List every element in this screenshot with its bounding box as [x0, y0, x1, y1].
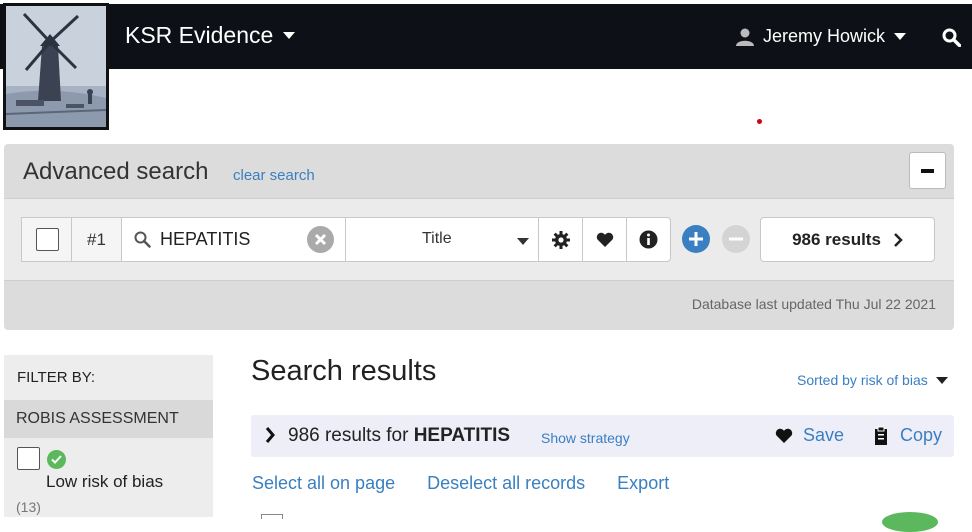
gear-icon	[551, 230, 570, 249]
query-checkbox[interactable]	[36, 228, 59, 251]
search-icon	[134, 231, 151, 248]
search-term-value: HEPATITIS	[160, 229, 251, 249]
query-select-cell	[21, 217, 72, 262]
favourite-button[interactable]	[582, 217, 627, 262]
save-label: Save	[803, 425, 845, 445]
query-number: #1	[71, 217, 122, 262]
top-navbar: KSR Evidence Jeremy Howick	[0, 4, 972, 69]
results-count-label: 986 results	[792, 229, 881, 249]
copy-button[interactable]: Copy	[872, 425, 942, 446]
field-select[interactable]: Title	[345, 217, 539, 262]
user-icon	[736, 28, 754, 46]
info-button[interactable]	[626, 217, 671, 262]
risk-indicator-icon	[882, 512, 938, 532]
brand-label: KSR Evidence	[125, 22, 274, 48]
clipboard-icon	[875, 426, 887, 445]
search-icon[interactable]	[942, 28, 962, 52]
filter-by-heading: FILTER BY:	[17, 369, 96, 386]
plus-icon	[689, 232, 703, 246]
notification-dot	[757, 119, 762, 124]
deselect-all-link[interactable]: Deselect all records	[427, 473, 585, 494]
bulk-actions: Select all on page Deselect all records …	[252, 473, 669, 494]
clear-search-link[interactable]: clear search	[233, 167, 315, 184]
chevron-right-icon	[894, 232, 903, 247]
search-results-title: Search results	[251, 355, 437, 387]
advanced-search-title: Advanced search	[23, 158, 209, 185]
expand-chevron-icon[interactable]	[265, 426, 275, 444]
heart-icon	[775, 428, 793, 443]
remove-line-button[interactable]	[722, 225, 750, 253]
select-all-link[interactable]: Select all on page	[252, 473, 395, 494]
results-summary-term: HEPATITIS	[413, 425, 511, 446]
field-select-value: Title	[422, 230, 452, 247]
sort-label: Sorted by risk of bias	[797, 372, 928, 388]
copy-label: Copy	[900, 425, 943, 445]
chevron-down-icon	[283, 32, 296, 39]
low-risk-checkbox[interactable]	[17, 447, 40, 470]
brand-menu[interactable]: KSR Evidence	[125, 22, 296, 49]
heart-icon	[596, 232, 613, 247]
sort-dropdown[interactable]: Sorted by risk of bias	[797, 372, 948, 388]
user-menu[interactable]: Jeremy Howick	[736, 26, 907, 47]
results-count-button[interactable]: 986 results	[760, 217, 935, 262]
collapse-panel-button[interactable]	[909, 152, 946, 189]
minus-icon	[729, 237, 743, 241]
user-name: Jeremy Howick	[763, 26, 886, 46]
robis-assessment-heading[interactable]: ROBIS ASSESSMENT	[4, 400, 213, 438]
minus-icon	[921, 168, 934, 173]
chevron-down-icon	[517, 238, 529, 245]
show-strategy-link[interactable]: Show strategy	[541, 430, 630, 446]
check-circle-icon	[47, 450, 66, 469]
info-icon	[639, 230, 658, 249]
results-summary-text: 986 results for HEPATITIS	[288, 425, 510, 447]
results-summary-bar: 986 results for HEPATITIS Show strategy …	[251, 415, 954, 457]
chevron-down-icon	[894, 33, 907, 40]
chevron-down-icon	[935, 376, 948, 384]
settings-button[interactable]	[538, 217, 583, 262]
windmill-painting-logo[interactable]	[3, 3, 109, 130]
clear-term-icon[interactable]	[307, 226, 334, 253]
search-term-input[interactable]: HEPATITIS	[121, 217, 346, 262]
low-risk-count: (13)	[16, 499, 41, 515]
low-risk-label[interactable]: Low risk of bias	[46, 472, 163, 492]
database-updated-text: Database last updated Thu Jul 22 2021	[691, 296, 936, 312]
advanced-search-header: Advanced search clear search	[4, 144, 954, 198]
filter-sidebar: FILTER BY: ROBIS ASSESSMENT Low risk of …	[4, 355, 213, 517]
advanced-search-panel: Advanced search clear search #1 HEPATITI…	[4, 144, 954, 330]
results-summary-prefix: 986 results for	[288, 425, 409, 446]
add-line-button[interactable]	[682, 225, 710, 253]
query-row: #1 HEPATITIS Title 986 results	[4, 198, 954, 281]
export-link[interactable]: Export	[617, 473, 669, 494]
save-button[interactable]: Save	[775, 425, 844, 446]
